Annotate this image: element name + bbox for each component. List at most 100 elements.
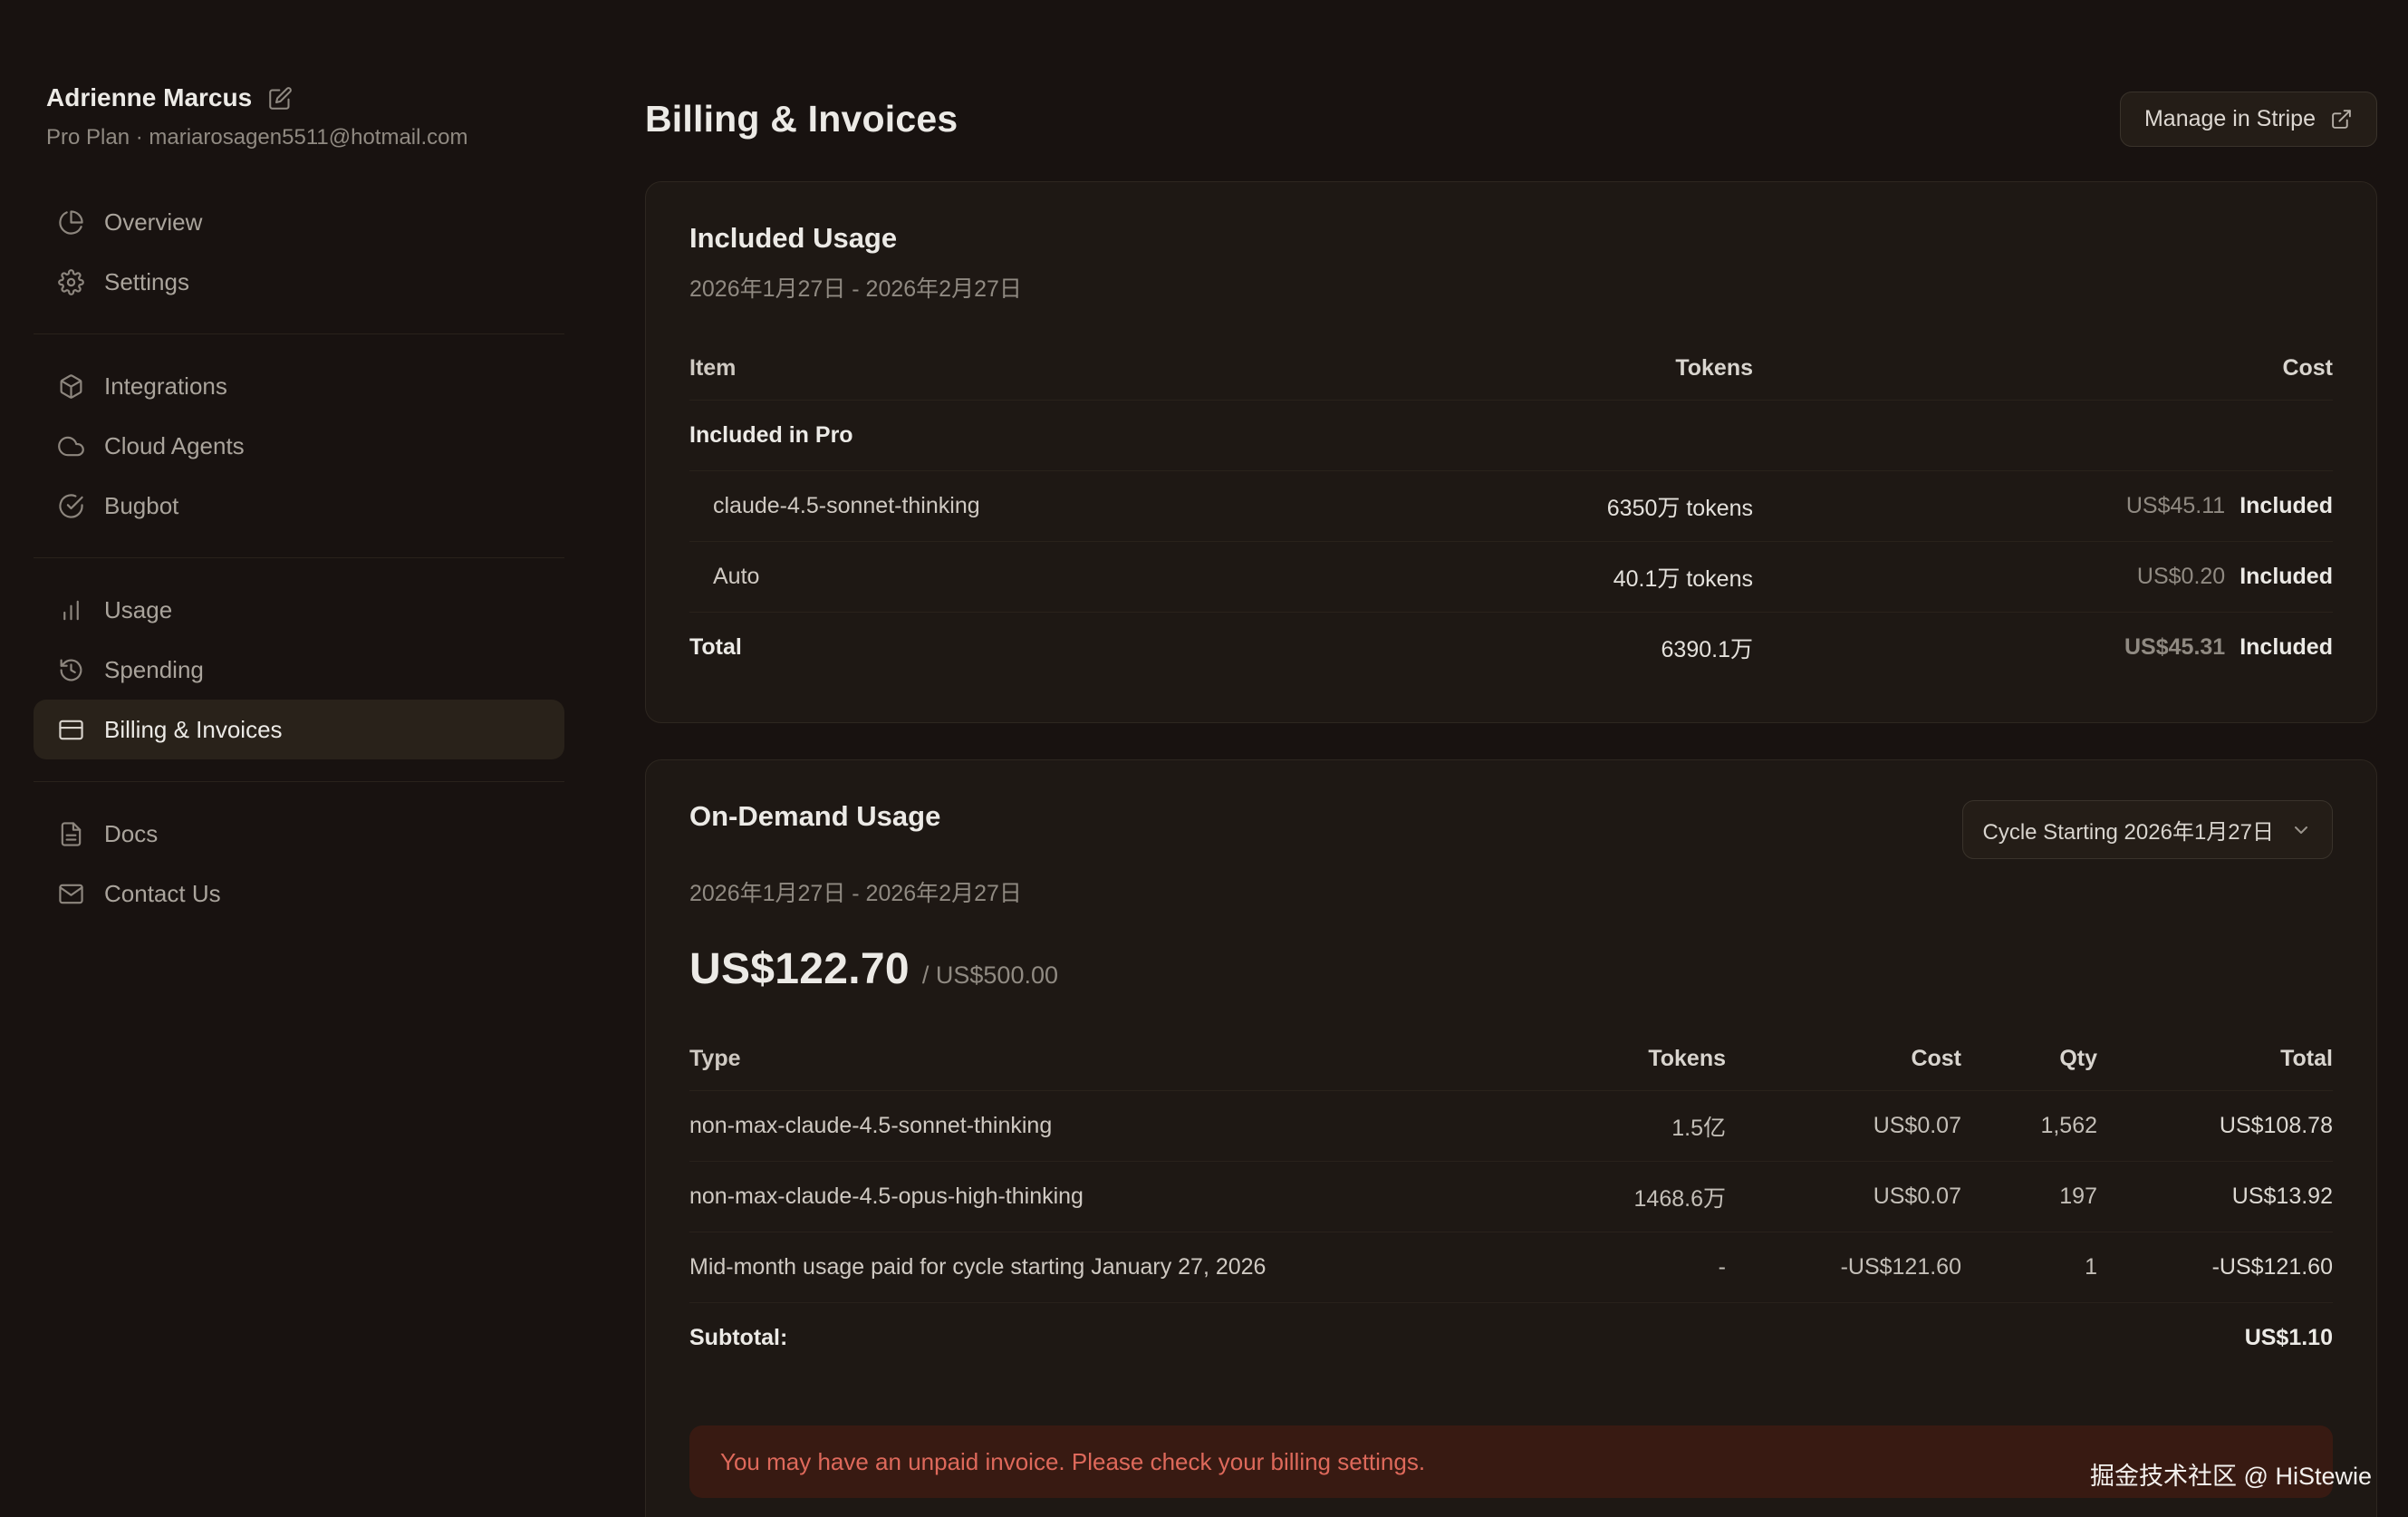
sidebar-item-billing-invoices[interactable]: Billing & Invoices [34, 700, 564, 759]
total-tokens: 6390.1万 [1300, 632, 1753, 664]
tokens-cell: 6350万 tokens [1300, 490, 1753, 523]
table-row: Mid-month usage paid for cycle starting … [689, 1232, 2333, 1302]
item-cell: Auto [689, 564, 1300, 590]
column-header-type: Type [689, 1046, 1454, 1072]
sidebar-item-cloud-agents[interactable]: Cloud Agents [34, 416, 564, 476]
sidebar-item-label: Usage [104, 596, 172, 624]
sidebar-divider [34, 557, 564, 558]
sidebar-item-label: Spending [104, 656, 204, 684]
main-content: Billing & Invoices Manage in Stripe Incl… [598, 0, 2408, 1517]
column-header-tokens: Tokens [1454, 1046, 1726, 1072]
sidebar-item-bugbot[interactable]: Bugbot [34, 476, 564, 536]
sidebar-item-spending[interactable]: Spending [34, 640, 564, 700]
total-cell: -US$121.60 [2097, 1254, 2333, 1280]
total-cell: US$13.92 [2097, 1184, 2333, 1210]
sidebar-item-label: Billing & Invoices [104, 716, 283, 744]
total-label: Total [689, 634, 1300, 661]
table-header-row: Type Tokens Cost Qty Total [689, 1027, 2333, 1090]
warning-text: You may have an unpaid invoice. Please c… [720, 1448, 1425, 1476]
sidebar-divider [34, 333, 564, 334]
cost-cell: US$0.07 [1726, 1184, 1961, 1210]
external-link-icon [2330, 108, 2353, 130]
qty-cell: 1,562 [1961, 1113, 2097, 1139]
on-demand-usage-title: On-Demand Usage [689, 800, 940, 833]
sidebar-item-label: Integrations [104, 372, 227, 401]
sidebar-item-integrations[interactable]: Integrations [34, 356, 564, 416]
cost-cell: US$45.11 Included [1753, 493, 2333, 519]
sidebar-item-contact-us[interactable]: Contact Us [34, 864, 564, 923]
history-icon [58, 657, 84, 683]
type-cell: Mid-month usage paid for cycle starting … [689, 1254, 1454, 1280]
sidebar-item-settings[interactable]: Settings [34, 252, 564, 312]
on-demand-date-range: 2026年1月27日 - 2026年2月27日 [689, 875, 2333, 908]
sidebar-item-overview[interactable]: Overview [34, 192, 564, 252]
included-usage-table: Item Tokens Cost Included in Pro claude-… [689, 336, 2333, 682]
group-label: Included in Pro [689, 422, 2333, 449]
included-usage-date-range: 2026年1月27日 - 2026年2月27日 [689, 271, 2333, 304]
on-demand-table: Type Tokens Cost Qty Total non-max-claud… [689, 1027, 2333, 1373]
type-cell: non-max-claude-4.5-opus-high-thinking [689, 1184, 1454, 1210]
user-block: Adrienne Marcus Pro Plan · mariarosagen5… [34, 83, 564, 150]
manage-in-stripe-button[interactable]: Manage in Stripe [2120, 92, 2377, 147]
type-cell: non-max-claude-4.5-sonnet-thinking [689, 1113, 1454, 1139]
edit-profile-icon[interactable] [268, 86, 293, 111]
mail-icon [58, 881, 84, 907]
gear-icon [58, 269, 84, 295]
column-header-cost: Cost [1726, 1046, 1961, 1072]
sidebar-item-label: Contact Us [104, 880, 221, 908]
cost-amount: US$45.31 [2124, 634, 2225, 661]
table-row: claude-4.5-sonnet-thinking 6350万 tokens … [689, 470, 2333, 541]
document-icon [58, 821, 84, 847]
cost-amount: US$45.11 [2126, 493, 2225, 519]
table-row: non-max-claude-4.5-opus-high-thinking 14… [689, 1161, 2333, 1232]
column-header-qty: Qty [1961, 1046, 2097, 1072]
sidebar-item-label: Cloud Agents [104, 432, 245, 460]
on-demand-usage-card: On-Demand Usage Cycle Starting 2026年1月27… [645, 759, 2377, 1517]
cycle-selector-dropdown[interactable]: Cycle Starting 2026年1月27日 [1962, 800, 2334, 859]
user-plan-email: Pro Plan · mariarosagen5511@hotmail.com [46, 125, 564, 150]
page-header: Billing & Invoices Manage in Stripe [645, 91, 2377, 147]
sidebar-divider [34, 781, 564, 782]
sidebar-item-docs[interactable]: Docs [34, 804, 564, 864]
column-header-item: Item [689, 355, 1300, 382]
cost-status: Included [2239, 493, 2333, 519]
table-group-row: Included in Pro [689, 400, 2333, 470]
sidebar-nav: Overview Settings Integrations Cloud Age… [34, 192, 564, 923]
on-demand-amount: US$122.70 [689, 944, 910, 994]
sidebar-item-label: Docs [104, 820, 158, 848]
cloud-icon [58, 433, 84, 459]
cycle-selector-label: Cycle Starting 2026年1月27日 [1983, 814, 2275, 845]
subtotal-row: Subtotal: US$1.10 [689, 1302, 2333, 1373]
page-title: Billing & Invoices [645, 98, 958, 140]
table-total-row: Total 6390.1万 US$45.31 Included [689, 612, 2333, 682]
table-row: non-max-claude-4.5-sonnet-thinking 1.5亿 … [689, 1090, 2333, 1161]
sidebar: Adrienne Marcus Pro Plan · mariarosagen5… [0, 0, 598, 1517]
package-icon [58, 373, 84, 400]
tokens-cell: - [1454, 1254, 1726, 1280]
included-usage-title: Included Usage [689, 222, 2333, 255]
credit-card-icon [58, 717, 84, 743]
tokens-cell: 40.1万 tokens [1300, 561, 1753, 594]
cost-status: Included [2239, 634, 2333, 661]
sidebar-item-usage[interactable]: Usage [34, 580, 564, 640]
qty-cell: 1 [1961, 1254, 2097, 1280]
column-header-total: Total [2097, 1046, 2333, 1072]
column-header-cost: Cost [1753, 355, 2333, 382]
cost-amount: US$0.20 [2137, 564, 2225, 590]
cost-status: Included [2239, 564, 2333, 590]
pie-chart-icon [58, 209, 84, 236]
cost-cell: US$0.20 Included [1753, 564, 2333, 590]
item-cell: claude-4.5-sonnet-thinking [689, 493, 1300, 519]
total-cost-cell: US$45.31 Included [1753, 634, 2333, 661]
tokens-cell: 1468.6万 [1454, 1181, 1726, 1213]
sidebar-item-label: Bugbot [104, 492, 178, 520]
included-usage-card: Included Usage 2026年1月27日 - 2026年2月27日 I… [645, 181, 2377, 723]
table-row: Auto 40.1万 tokens US$0.20 Included [689, 541, 2333, 612]
on-demand-limit: / US$500.00 [922, 961, 1058, 990]
column-header-tokens: Tokens [1300, 355, 1753, 382]
watermark: 掘金技术社区 @ HiStewie [2090, 1456, 2372, 1492]
manage-in-stripe-label: Manage in Stripe [2144, 106, 2316, 132]
table-header-row: Item Tokens Cost [689, 336, 2333, 400]
tokens-cell: 1.5亿 [1454, 1110, 1726, 1143]
cost-cell: -US$121.60 [1726, 1254, 1961, 1280]
